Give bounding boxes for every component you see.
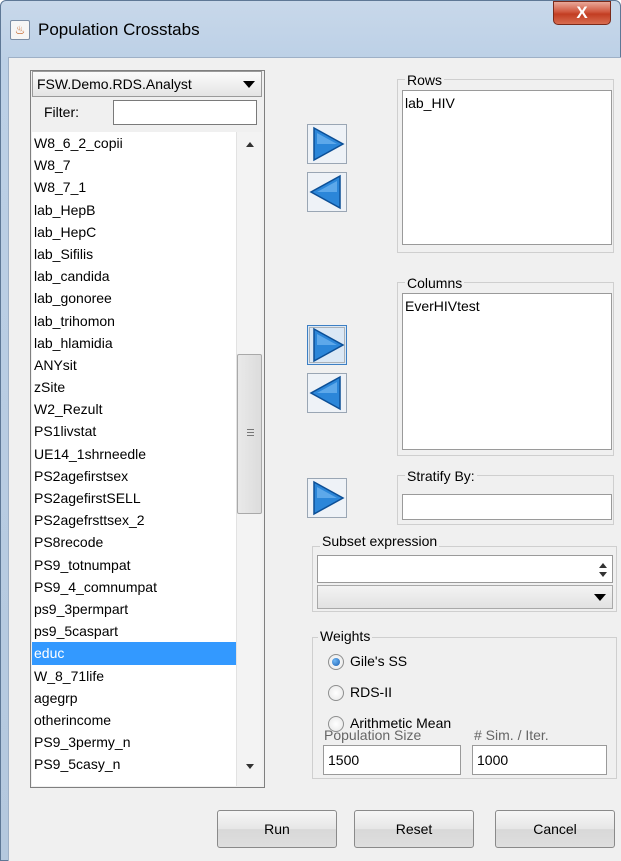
variable-list-item[interactable]: ps9_3permpart — [32, 598, 236, 620]
chevron-down-icon — [594, 594, 606, 601]
variable-list-item[interactable]: lab_gonoree — [32, 287, 236, 309]
population-size-input[interactable]: 1500 — [323, 745, 461, 775]
variable-list-item[interactable]: ANYsit — [32, 354, 236, 376]
cancel-button[interactable]: Cancel — [495, 810, 615, 848]
variable-list-item[interactable]: educ — [32, 642, 236, 665]
sim-iter-input[interactable]: 1000 — [472, 745, 607, 775]
variable-list-item[interactable]: lab_hlamidia — [32, 332, 236, 354]
variable-list-item[interactable]: W2_Rezult — [32, 398, 236, 420]
remove-from-columns-button[interactable] — [307, 373, 347, 413]
variable-list-item[interactable]: otherincome — [32, 709, 236, 731]
variable-list-item[interactable]: agegrp — [32, 687, 236, 709]
radio-label-rds-ii[interactable]: RDS-II — [350, 684, 392, 700]
rows-label: Rows — [405, 72, 445, 88]
variable-list-item[interactable]: W_8_71life — [32, 665, 236, 687]
variable-list-item[interactable]: PS2agefirstSELL — [32, 487, 236, 509]
run-button[interactable]: Run — [217, 810, 337, 848]
population-size-label: Population Size — [324, 727, 422, 743]
variable-list-scrollbar[interactable] — [236, 132, 262, 786]
variable-list-item[interactable]: lab_candida — [32, 265, 236, 287]
add-to-columns-button[interactable] — [307, 325, 347, 365]
close-button[interactable]: X — [553, 1, 611, 25]
filter-label: Filter: — [44, 104, 79, 120]
subset-label: Subset expression — [320, 533, 440, 549]
variable-list-item[interactable]: lab_HepC — [32, 221, 236, 243]
columns-label: Columns — [405, 275, 465, 291]
java-cup-icon: ♨ — [10, 20, 30, 40]
variable-list-item[interactable]: lab_trihomon — [32, 310, 236, 332]
weights-label: Weights — [318, 628, 373, 644]
grip-icon — [247, 429, 254, 430]
add-to-stratify-button[interactable] — [307, 478, 347, 518]
reset-button[interactable]: Reset — [354, 810, 474, 848]
variable-list-item[interactable]: PS9_totnumpat — [32, 554, 236, 576]
chevron-down-icon — [243, 81, 255, 88]
variable-list[interactable]: W8_6_2_copii W8_7 W8_7_1 lab_HepB lab_HepC la… — [32, 132, 236, 786]
variable-list-item[interactable]: UE14_1shrneedle — [32, 443, 236, 465]
variable-list-item[interactable]: W8_6_2_copii — [32, 132, 236, 154]
list-item[interactable]: lab_HIV — [405, 95, 609, 111]
scroll-down-icon[interactable] — [237, 760, 263, 774]
variable-list-item[interactable]: PS1livstat — [32, 420, 236, 442]
stratify-label: Stratify By: — [405, 468, 477, 484]
add-to-rows-button[interactable] — [307, 124, 347, 164]
variable-list-item[interactable]: PS2agefrsttsex_2 — [32, 509, 236, 531]
variable-list-item[interactable]: zSite — [32, 376, 236, 398]
spin-down-icon[interactable] — [599, 572, 607, 577]
radio-rds-ii[interactable] — [328, 685, 344, 701]
variable-list-item[interactable]: ps9_5caspart — [32, 620, 236, 642]
scroll-up-icon[interactable] — [237, 138, 263, 152]
arrow-left-icon — [307, 373, 347, 413]
window-title: Population Crosstabs — [38, 20, 200, 39]
dataset-select-value: FSW.Demo.RDS.Analyst — [37, 76, 192, 92]
stratify-field[interactable] — [402, 494, 612, 520]
columns-list[interactable]: EverHIVtest — [402, 293, 612, 450]
filter-input[interactable] — [113, 100, 257, 125]
list-item[interactable]: EverHIVtest — [405, 298, 609, 314]
variable-list-item[interactable]: W8_7 — [32, 154, 236, 176]
dataset-select[interactable]: FSW.Demo.RDS.Analyst — [32, 71, 262, 97]
arrow-right-icon — [307, 325, 347, 365]
arrow-right-icon — [307, 124, 347, 164]
variable-list-item[interactable]: PS2agefirstsex — [32, 465, 236, 487]
variable-list-item[interactable]: PS8recode — [32, 531, 236, 553]
variable-list-item[interactable]: PS9_4_comnumpat — [32, 576, 236, 598]
arrow-left-icon — [307, 172, 347, 212]
rows-list[interactable]: lab_HIV — [402, 90, 612, 245]
arrow-right-icon — [307, 478, 347, 518]
variable-list-item[interactable]: lab_Sifilis — [32, 243, 236, 265]
spin-up-icon[interactable] — [599, 563, 607, 568]
variable-list-item[interactable]: lab_HepB — [32, 199, 236, 221]
remove-from-rows-button[interactable] — [307, 172, 347, 212]
subset-select[interactable] — [317, 585, 613, 609]
variable-list-item[interactable]: PS9_5casy_n — [32, 753, 236, 775]
variable-list-item[interactable]: PS9_3permy_n — [32, 731, 236, 753]
sim-iter-label: # Sim. / Iter. — [474, 727, 549, 743]
subset-expression-input[interactable] — [317, 555, 613, 583]
variable-list-item[interactable]: W8_7_1 — [32, 176, 236, 198]
scrollbar-thumb[interactable] — [237, 354, 262, 514]
radio-giles-ss[interactable] — [328, 654, 344, 670]
radio-label-giles-ss[interactable]: Gile's SS — [350, 653, 407, 669]
